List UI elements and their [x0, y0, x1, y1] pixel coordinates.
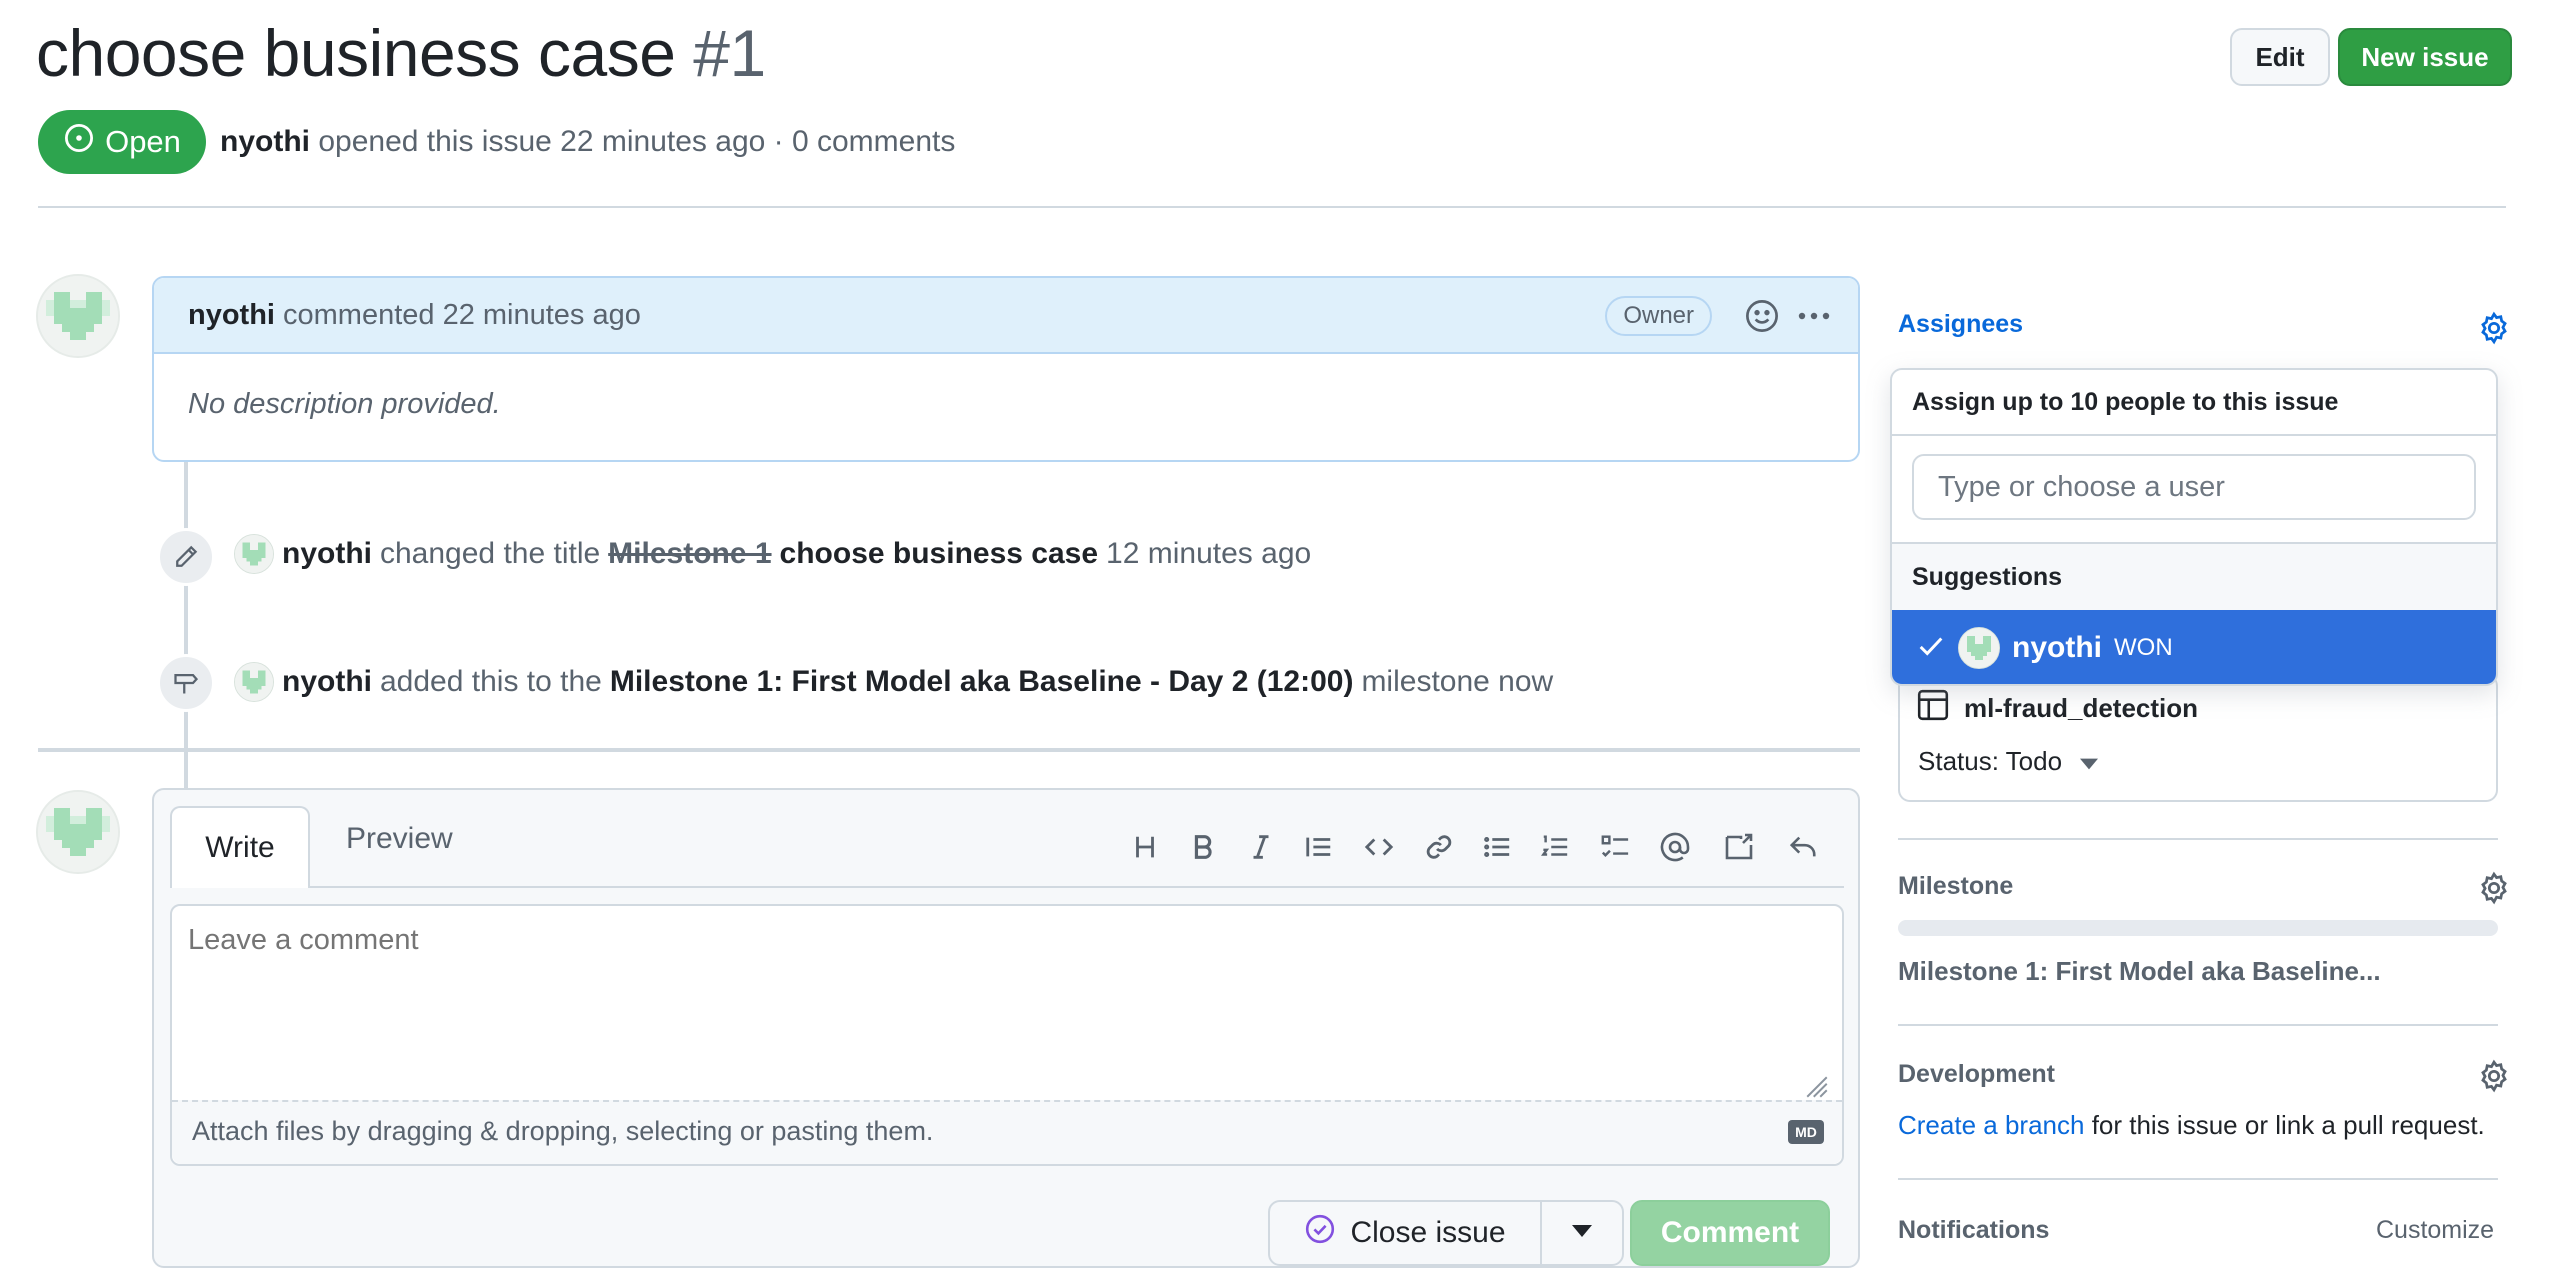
issue-meta: nyothi opened this issue 22 minutes ago … — [220, 120, 955, 164]
caret-down-icon — [2080, 746, 2099, 777]
project-status-dropdown[interactable]: Status: Todo — [1918, 746, 2099, 777]
issue-title-text: choose business case — [36, 16, 676, 90]
comment-body: No description provided. — [188, 388, 501, 420]
assignees-heading[interactable]: Assignees — [1898, 310, 2023, 339]
event-actor-link[interactable]: nyothi — [282, 537, 372, 571]
avatar[interactable] — [234, 662, 274, 702]
project-status: Status: Todo — [1918, 746, 2063, 776]
close-issue-button-group: Close issue — [1268, 1200, 1624, 1266]
caret-down-icon — [1572, 1224, 1592, 1243]
owner-badge: Owner — [1605, 296, 1712, 336]
check-icon — [1916, 631, 1946, 666]
check-circle-icon — [1304, 1213, 1336, 1253]
sidebar-divider — [1898, 1024, 2498, 1026]
comment-submit-button[interactable]: Comment — [1630, 1200, 1830, 1266]
tab-preview[interactable]: Preview — [346, 822, 453, 856]
event-milestone-link[interactable]: Milestone 1: First Model aka Baseline - … — [610, 665, 1354, 699]
quote-icon[interactable] — [1298, 826, 1340, 868]
bold-icon[interactable] — [1182, 826, 1224, 868]
milestone-link[interactable]: Milestone 1: First Model aka Baseline... — [1898, 956, 2381, 987]
ordered-list-icon[interactable] — [1534, 826, 1576, 868]
pencil-icon — [157, 528, 215, 586]
suggestions-heading: Suggestions — [1892, 544, 2496, 610]
project-link[interactable]: ml-fraud_detection — [1916, 688, 2198, 729]
assignee-popover: Assign up to 10 people to this issue Sug… — [1890, 368, 2498, 686]
development-text: Create a branch for this issue or link a… — [1898, 1110, 2485, 1141]
sidebar-divider — [1898, 838, 2498, 840]
notifications-heading: Notifications — [1898, 1216, 2050, 1244]
popover-search-area — [1892, 436, 2496, 544]
close-issue-label: Close issue — [1350, 1216, 1506, 1249]
popover-header: Assign up to 10 people to this issue — [1892, 370, 2496, 436]
comment-author-link[interactable]: nyothi — [188, 299, 275, 332]
issue-state-label: Open — [105, 124, 181, 159]
gear-icon[interactable] — [2476, 870, 2512, 906]
header-divider — [38, 206, 2506, 208]
reply-icon[interactable] — [1782, 826, 1824, 868]
avatar — [1958, 627, 2000, 669]
customize-link[interactable]: Customize — [2376, 1216, 2494, 1245]
cross-reference-icon[interactable] — [1718, 826, 1760, 868]
issue-title: choose business case #1 — [36, 8, 766, 98]
mention-icon[interactable] — [1654, 826, 1696, 868]
sidebar-divider — [1898, 1178, 2498, 1180]
task-list-icon[interactable] — [1594, 826, 1636, 868]
suggestion-fullname: WON — [2114, 634, 2173, 661]
issue-state-badge: Open — [38, 110, 206, 174]
event-verb: changed the title — [380, 537, 601, 570]
comment-box: nyothi commented 22 minutes ago Owner No… — [152, 276, 1860, 462]
milestone-heading[interactable]: Milestone — [1898, 872, 2013, 901]
avatar — [36, 790, 120, 874]
event-title-change: nyothi changed the title Milestone 1 cho… — [234, 534, 1311, 574]
event-new-title: choose business case — [779, 537, 1099, 570]
timeline-line — [184, 752, 188, 788]
markdown-icon: MD — [1788, 1120, 1824, 1144]
event-verb: added this to the — [380, 665, 602, 698]
timeline-divider — [38, 748, 1860, 752]
user-search-input[interactable] — [1912, 454, 2476, 520]
italic-icon[interactable] — [1240, 826, 1282, 868]
suggestion-item[interactable]: nyothi WON — [1892, 610, 2496, 684]
attach-files-text: Attach files by dragging & dropping, sel… — [192, 1116, 934, 1146]
tab-write[interactable]: Write — [170, 806, 310, 888]
event-suffix: milestone now — [1361, 665, 1554, 698]
close-options-dropdown[interactable] — [1542, 1202, 1622, 1264]
close-issue-button[interactable]: Close issue — [1270, 1202, 1542, 1264]
avatar[interactable] — [36, 274, 120, 358]
comment-header: nyothi commented 22 minutes ago Owner — [154, 278, 1858, 354]
heading-icon[interactable] — [1124, 826, 1166, 868]
table-icon — [1916, 688, 1950, 729]
project-name: ml-fraud_detection — [1964, 693, 2199, 723]
edit-button[interactable]: Edit — [2230, 28, 2330, 86]
development-heading: Development — [1898, 1060, 2055, 1088]
composer-tab-rule — [170, 886, 1844, 888]
suggestion-username: nyothi — [2012, 631, 2102, 664]
milestone-icon — [157, 654, 215, 712]
attach-files-zone[interactable]: Attach files by dragging & dropping, sel… — [172, 1100, 1842, 1164]
gear-icon[interactable] — [2476, 310, 2512, 346]
issue-opened-text: opened this issue 22 minutes ago · 0 com… — [318, 125, 956, 158]
code-icon[interactable] — [1358, 826, 1400, 868]
unordered-list-icon[interactable] — [1476, 826, 1518, 868]
smiley-icon[interactable] — [1744, 298, 1780, 342]
gear-icon[interactable] — [2476, 1058, 2512, 1094]
comment-textarea-wrap: Attach files by dragging & dropping, sel… — [170, 904, 1844, 1166]
issue-opened-icon — [63, 122, 95, 162]
issue-author-link[interactable]: nyothi — [220, 125, 310, 158]
issue-number: #1 — [693, 16, 766, 90]
event-time: 12 minutes ago — [1106, 537, 1312, 570]
milestone-progress-bar — [1898, 920, 2498, 936]
new-issue-button[interactable]: New issue — [2338, 28, 2512, 86]
kebab-menu-icon[interactable] — [1794, 298, 1834, 342]
event-milestone-added: nyothi added this to the Milestone 1: Fi… — [234, 662, 1553, 702]
comment-textarea[interactable] — [172, 906, 1842, 1102]
development-description: for this issue or link a pull request. — [2091, 1110, 2485, 1140]
link-icon[interactable] — [1418, 826, 1460, 868]
event-old-title: Milestone 1 — [608, 537, 772, 570]
comment-action-text: commented 22 minutes ago — [283, 298, 641, 331]
avatar[interactable] — [234, 534, 274, 574]
event-actor-link[interactable]: nyothi — [282, 665, 372, 699]
create-branch-link[interactable]: Create a branch — [1898, 1110, 2084, 1140]
